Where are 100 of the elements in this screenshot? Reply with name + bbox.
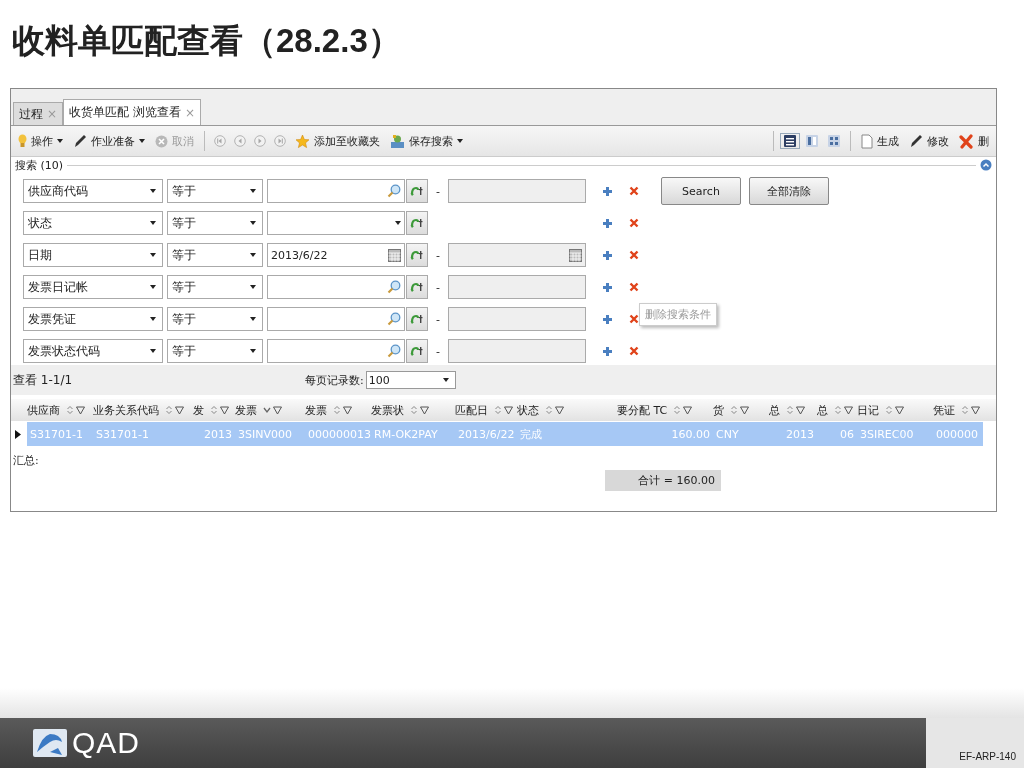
remove-icon[interactable]	[629, 218, 639, 228]
operator-select[interactable]: 等于	[167, 307, 263, 331]
range-field[interactable]	[448, 179, 586, 203]
column-header[interactable]: 发票	[305, 402, 327, 418]
remove-icon[interactable]	[629, 186, 639, 196]
field-select[interactable]: 发票日记帐	[23, 275, 163, 299]
field-select[interactable]: 发票状态代码	[23, 339, 163, 363]
field-select[interactable]: 发票凭证	[23, 307, 163, 331]
add-icon[interactable]	[602, 281, 613, 293]
view-button[interactable]	[781, 134, 799, 148]
toolbar-button[interactable]: 作业准备	[70, 133, 148, 149]
filter-icon[interactable]	[273, 405, 282, 415]
search-icon[interactable]	[387, 280, 401, 294]
toolbar-button[interactable]: 删	[956, 133, 992, 149]
value-field[interactable]	[267, 275, 405, 299]
function-button[interactable]	[406, 275, 428, 299]
operator-select[interactable]: 等于	[167, 211, 263, 235]
range-field[interactable]	[448, 339, 586, 363]
column-header[interactable]: 要分配 TC	[617, 402, 668, 418]
add-icon[interactable]	[602, 249, 613, 261]
view-button[interactable]	[803, 134, 821, 148]
column-header[interactable]: 供应商	[27, 402, 60, 418]
column-header[interactable]: 业务关系代码	[93, 402, 159, 418]
filter-icon[interactable]	[740, 405, 749, 415]
column-header[interactable]: 发票	[235, 402, 257, 418]
star-icon	[295, 133, 310, 149]
table-cell-text: 3SINV000	[237, 427, 293, 441]
column-header[interactable]: 凭证	[933, 402, 955, 418]
function-button[interactable]	[406, 211, 428, 235]
calendar-icon[interactable]	[388, 248, 401, 262]
operator-select[interactable]: 等于	[167, 179, 263, 203]
search-button[interactable]: Search	[661, 177, 741, 205]
value-field[interactable]	[267, 339, 405, 363]
value-field[interactable]: 2013/6/22	[267, 243, 405, 267]
collapse-icon[interactable]	[980, 159, 992, 171]
column-header[interactable]: 状态	[517, 402, 539, 418]
field-select[interactable]: 供应商代码	[23, 179, 163, 203]
filter-icon[interactable]	[504, 405, 513, 415]
table-cell-text: 000000013	[307, 427, 371, 441]
column-header[interactable]: 总	[769, 402, 780, 418]
operator-select[interactable]: 等于	[167, 243, 263, 267]
value-field[interactable]	[267, 307, 405, 331]
toolbar-button[interactable]: 添加至收藏夹	[292, 133, 383, 149]
tab[interactable]: 收货单匹配 浏览查看 ×	[63, 99, 201, 125]
range-field[interactable]	[448, 307, 586, 331]
value-field[interactable]	[267, 179, 405, 203]
calendar-icon[interactable]	[569, 248, 582, 262]
filter-icon[interactable]	[683, 405, 693, 415]
function-button[interactable]	[406, 339, 428, 363]
toolbar-button[interactable]: 操作	[15, 133, 66, 149]
remove-icon[interactable]	[629, 314, 639, 324]
filter-icon[interactable]	[844, 405, 853, 415]
operator-select[interactable]: 等于	[167, 275, 263, 299]
column-header[interactable]: 日记	[857, 402, 879, 418]
remove-icon[interactable]	[629, 250, 639, 260]
view-button[interactable]	[825, 134, 843, 148]
filter-icon[interactable]	[220, 405, 229, 415]
pencil-icon	[73, 134, 87, 148]
column-header[interactable]: 发	[193, 402, 204, 418]
filter-icon[interactable]	[343, 405, 352, 415]
filter-icon[interactable]	[555, 405, 564, 415]
add-icon[interactable]	[602, 217, 613, 229]
search-icon[interactable]	[387, 312, 401, 326]
add-icon[interactable]	[602, 345, 613, 357]
sort-icon[interactable]	[263, 405, 271, 415]
remove-icon[interactable]	[629, 346, 639, 356]
search-icon[interactable]	[387, 184, 401, 198]
toolbar-button[interactable]: 修改	[906, 133, 952, 149]
field-select[interactable]: 日期	[23, 243, 163, 267]
function-button[interactable]	[406, 243, 428, 267]
toolbar-button[interactable]: 生成	[858, 133, 902, 149]
per-page-select[interactable]: 100	[365, 371, 456, 389]
search-icon[interactable]	[387, 344, 401, 358]
filter-icon[interactable]	[971, 405, 980, 415]
range-field[interactable]	[448, 243, 586, 267]
function-button[interactable]	[406, 179, 428, 203]
range-field[interactable]	[448, 275, 586, 299]
tab[interactable]: 过程 ×	[13, 102, 64, 125]
add-icon[interactable]	[602, 185, 613, 197]
column-header[interactable]: 发票状	[371, 402, 404, 418]
toolbar-button[interactable]: 保存搜索	[387, 133, 466, 149]
add-icon[interactable]	[602, 313, 613, 325]
function-button[interactable]	[406, 307, 428, 331]
record-range: 查看 1-1/1	[13, 371, 74, 389]
table-cell-text: CNY	[715, 427, 740, 441]
filter-icon[interactable]	[796, 405, 805, 415]
filter-icon[interactable]	[420, 405, 429, 415]
column-header[interactable]: 货	[713, 402, 724, 418]
search-button[interactable]: 全部清除	[749, 177, 829, 205]
column-header[interactable]: 总	[817, 402, 828, 418]
value-field[interactable]	[267, 211, 405, 235]
filter-icon[interactable]	[895, 405, 904, 415]
table-cell-text: 000000	[935, 427, 979, 441]
operator-select[interactable]: 等于	[167, 339, 263, 363]
remove-icon[interactable]	[629, 282, 639, 292]
filter-icon[interactable]	[175, 405, 184, 415]
column-header[interactable]: 匹配日	[455, 402, 488, 418]
field-select[interactable]: 状态	[23, 211, 163, 235]
function-icon	[410, 249, 424, 261]
filter-icon[interactable]	[76, 405, 85, 415]
